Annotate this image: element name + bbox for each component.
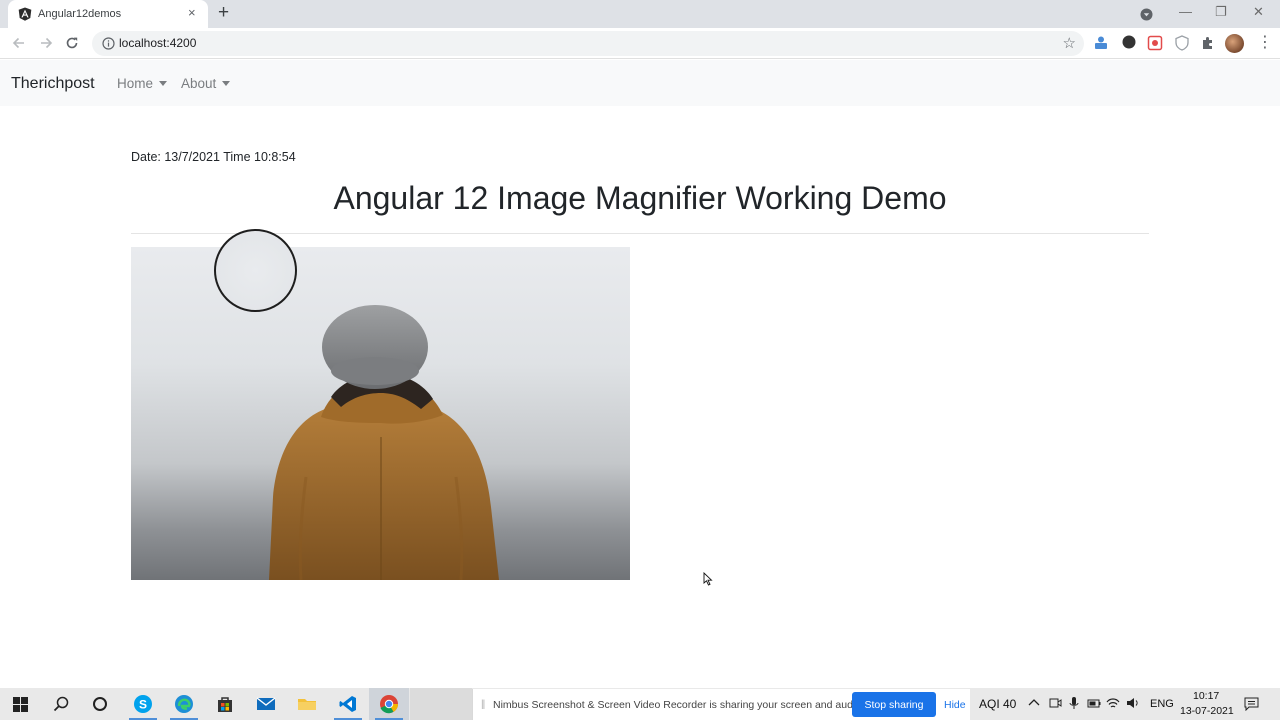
minimize-button[interactable]: —: [1179, 4, 1192, 20]
notification-icon[interactable]: [1244, 697, 1259, 711]
date-time-text: Date: 13/7/2021 Time 10:8:54: [131, 150, 296, 164]
caret-down-icon: [222, 81, 231, 86]
store-icon[interactable]: [205, 688, 245, 720]
screen-share-notice: || Nimbus Screenshot & Screen Video Reco…: [472, 689, 970, 720]
new-tab-button[interactable]: +: [218, 3, 229, 23]
share-message: Nimbus Screenshot & Screen Video Recorde…: [493, 699, 865, 711]
nav-item-label: About: [181, 76, 217, 91]
tab-title: Angular12demos: [38, 8, 122, 20]
drag-handle-icon[interactable]: ||: [481, 699, 485, 710]
reload-icon[interactable]: [63, 34, 81, 52]
taskbar-app-slot[interactable]: [410, 688, 472, 720]
hide-button[interactable]: Hide: [944, 699, 966, 711]
clock-date[interactable]: 13-07-2021: [1180, 705, 1234, 717]
address-bar[interactable]: localhost:4200 ☆: [92, 31, 1084, 56]
vscode-icon[interactable]: [328, 688, 368, 720]
info-icon[interactable]: [102, 37, 115, 50]
tab-search-icon[interactable]: [1140, 8, 1153, 21]
page-title: Angular 12 Image Magnifier Working Demo: [333, 180, 947, 216]
microphone-icon[interactable]: [1067, 696, 1081, 710]
network-icon[interactable]: [1106, 696, 1120, 710]
cortana-icon[interactable]: [80, 688, 120, 720]
url-text[interactable]: localhost:4200: [119, 36, 196, 50]
extension-icon[interactable]: [1146, 34, 1164, 52]
volume-icon[interactable]: [1126, 696, 1140, 710]
mail-icon[interactable]: [246, 688, 286, 720]
navbar-brand[interactable]: Therichpost: [11, 75, 95, 93]
meet-now-icon[interactable]: [1048, 696, 1062, 710]
restore-button[interactable]: ❐: [1215, 4, 1227, 20]
nav-item-label: Home: [117, 76, 154, 91]
chrome-icon[interactable]: [369, 688, 409, 720]
nav-item-home[interactable]: Home: [117, 76, 168, 91]
close-window-button[interactable]: ✕: [1253, 4, 1264, 20]
person-photo: [269, 305, 499, 580]
svg-text:S: S: [139, 698, 147, 712]
forward-icon[interactable]: [37, 34, 55, 52]
extension-icon[interactable]: [1120, 34, 1138, 52]
clock-time[interactable]: 10:17: [1193, 690, 1219, 702]
aqi-widget[interactable]: AQI 40: [979, 697, 1016, 711]
skype-icon[interactable]: S: [123, 688, 163, 720]
star-icon[interactable]: ☆: [1063, 34, 1076, 52]
stop-sharing-button[interactable]: Stop sharing: [852, 692, 936, 717]
search-icon[interactable]: [41, 688, 81, 720]
browser-menu-icon[interactable]: ⋮: [1257, 35, 1273, 51]
magnifier-image[interactable]: [131, 247, 630, 580]
site-navbar: Therichpost Home About: [0, 60, 1280, 106]
browser-tab[interactable]: Angular12demos ×: [8, 0, 208, 28]
edge-icon[interactable]: [164, 688, 204, 720]
divider: [131, 233, 1149, 234]
file-explorer-icon[interactable]: [287, 688, 327, 720]
language-indicator[interactable]: ENG: [1150, 698, 1174, 710]
tab-close-icon[interactable]: ×: [188, 6, 196, 20]
shield-icon[interactable]: [1173, 34, 1191, 52]
profile-avatar[interactable]: [1225, 34, 1244, 53]
back-icon[interactable]: [10, 34, 28, 52]
puzzle-icon[interactable]: [1199, 34, 1217, 52]
magnifier-lens[interactable]: [214, 229, 297, 312]
nav-item-about[interactable]: About: [181, 76, 231, 91]
browser-toolbar: localhost:4200 ☆ NA ⋮: [0, 28, 1280, 73]
mouse-cursor-icon: [703, 572, 713, 586]
angular-icon: [18, 7, 32, 21]
extension-icon[interactable]: [1092, 34, 1110, 52]
battery-icon[interactable]: [1087, 696, 1101, 710]
windows-start-icon[interactable]: [0, 688, 40, 720]
chevron-up-icon[interactable]: [1027, 696, 1041, 710]
caret-down-icon: [159, 81, 168, 86]
browser-tab-strip: Angular12demos × + — ❐ ✕: [0, 0, 1280, 28]
